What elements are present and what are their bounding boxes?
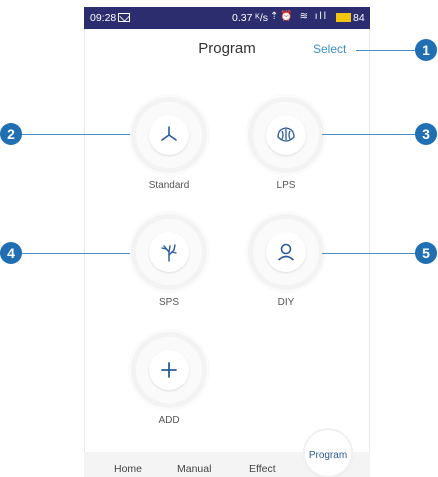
program-standard[interactable]: Standard xyxy=(128,102,208,198)
program-lps[interactable]: LPS xyxy=(245,102,325,198)
program-sps[interactable]: SPS xyxy=(128,219,208,315)
status-time: 09:28 xyxy=(90,12,117,24)
callout-1: 1 xyxy=(415,39,437,61)
callout-line-5 xyxy=(322,253,417,254)
program-label: ADD xyxy=(158,415,180,426)
program-ring xyxy=(136,337,202,403)
callout-5: 5 xyxy=(415,242,437,264)
program-add[interactable]: ADD xyxy=(128,337,208,433)
program-label: Standard xyxy=(148,180,190,191)
program-ring xyxy=(136,219,202,285)
tab-program-label: Program xyxy=(308,450,348,461)
battery-icon xyxy=(336,13,351,22)
fan-icon xyxy=(161,126,177,141)
phone-screen xyxy=(84,7,370,477)
program-ring xyxy=(253,219,319,285)
program-label: DIY xyxy=(277,297,295,308)
coral-brain-icon xyxy=(277,127,295,142)
callout-line-3 xyxy=(322,134,417,135)
tab-program[interactable]: Program xyxy=(305,430,351,476)
coral-branch-icon xyxy=(161,244,177,262)
callout-line-4 xyxy=(22,253,130,254)
status-bar: 09:28 0.37 ᴷ/s ⇡⏰ ≋ ıll 84 xyxy=(84,7,370,29)
program-label: SPS xyxy=(158,297,179,308)
callout-4: 4 xyxy=(0,242,22,264)
program-ring xyxy=(136,102,202,168)
user-icon xyxy=(277,243,295,261)
tab-manual[interactable]: Manual xyxy=(177,463,211,475)
program-label: LPS xyxy=(276,180,296,191)
plus-icon xyxy=(161,362,177,378)
program-diy[interactable]: DIY xyxy=(245,219,325,315)
status-icons: ⇡⏰ ≋ ıll xyxy=(270,11,328,22)
program-ring xyxy=(253,102,319,168)
callout-3: 3 xyxy=(415,123,437,145)
callout-2: 2 xyxy=(0,123,22,145)
notification-mail-icon xyxy=(118,13,130,22)
callout-line-2 xyxy=(22,134,130,135)
tab-home[interactable]: Home xyxy=(114,463,142,475)
tab-effect[interactable]: Effect xyxy=(249,463,276,475)
callout-line-1 xyxy=(356,50,416,51)
network-speed: 0.37 ᴷ/s xyxy=(232,12,268,24)
select-button[interactable]: Select xyxy=(313,42,346,56)
battery-level: 84 xyxy=(353,12,365,24)
